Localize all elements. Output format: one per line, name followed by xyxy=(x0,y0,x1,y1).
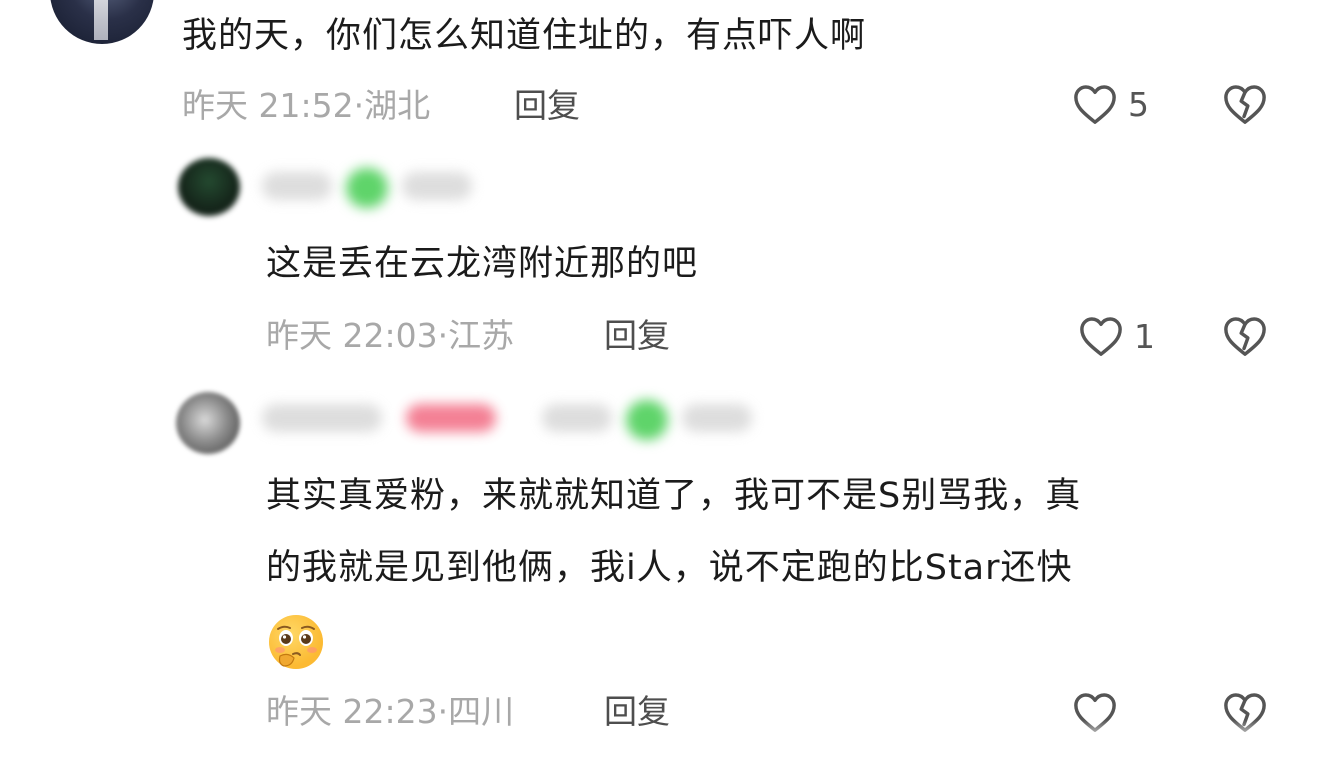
like-count: 5 xyxy=(1128,84,1149,124)
heart-outline-icon xyxy=(1072,82,1118,126)
bottom-fade-overlay xyxy=(1060,720,1320,760)
comment-location: 湖北 xyxy=(364,86,431,125)
comment-meta: 昨天 21:52·湖北 xyxy=(182,86,431,125)
reply-2-text-line-1: 其实真爱粉，来就就知道了，我可不是S别骂我，真 xyxy=(266,476,1082,516)
reply-1-like-button[interactable]: 1 xyxy=(1078,314,1155,358)
pleading-face-emoji xyxy=(266,612,326,672)
reply-2-text-line-2: 的我就是见到他俩，我i人，说不定跑的比Star还快 xyxy=(266,548,1073,588)
broken-heart-icon xyxy=(1222,82,1268,126)
reply-2-date: 昨天 22:23 xyxy=(266,692,438,731)
like-button[interactable]: 5 xyxy=(1072,82,1149,126)
reply-1-reply-button[interactable]: 回复 xyxy=(604,316,670,356)
comment-text: 我的天，你们怎么知道住址的，有点吓人啊 xyxy=(182,16,867,56)
username-reply-1[interactable] xyxy=(262,166,482,208)
reply-1-location: 江苏 xyxy=(448,316,515,355)
dislike-button[interactable] xyxy=(1222,82,1268,126)
reply-2-location: 四川 xyxy=(448,692,515,731)
reply-1-dislike-button[interactable] xyxy=(1222,314,1268,358)
reply-1-date: 昨天 22:03 xyxy=(266,316,438,355)
comment-date: 昨天 21:52 xyxy=(182,86,354,125)
avatar-reply-2[interactable] xyxy=(176,392,240,454)
username-reply-2[interactable] xyxy=(262,398,762,440)
reply-button[interactable]: 回复 xyxy=(514,86,580,126)
broken-heart-icon xyxy=(1222,314,1268,358)
reply-2-reply-button[interactable]: 回复 xyxy=(604,692,670,732)
reply-1-like-count: 1 xyxy=(1134,316,1155,356)
reply-1-meta: 昨天 22:03·江苏 xyxy=(266,316,515,355)
avatar-reply-1[interactable] xyxy=(178,158,240,216)
reply-1-text: 这是丢在云龙湾附近那的吧 xyxy=(266,244,699,284)
heart-outline-icon xyxy=(1078,314,1124,358)
reply-2-meta: 昨天 22:23·四川 xyxy=(266,692,515,731)
avatar-commenter[interactable] xyxy=(50,0,154,44)
